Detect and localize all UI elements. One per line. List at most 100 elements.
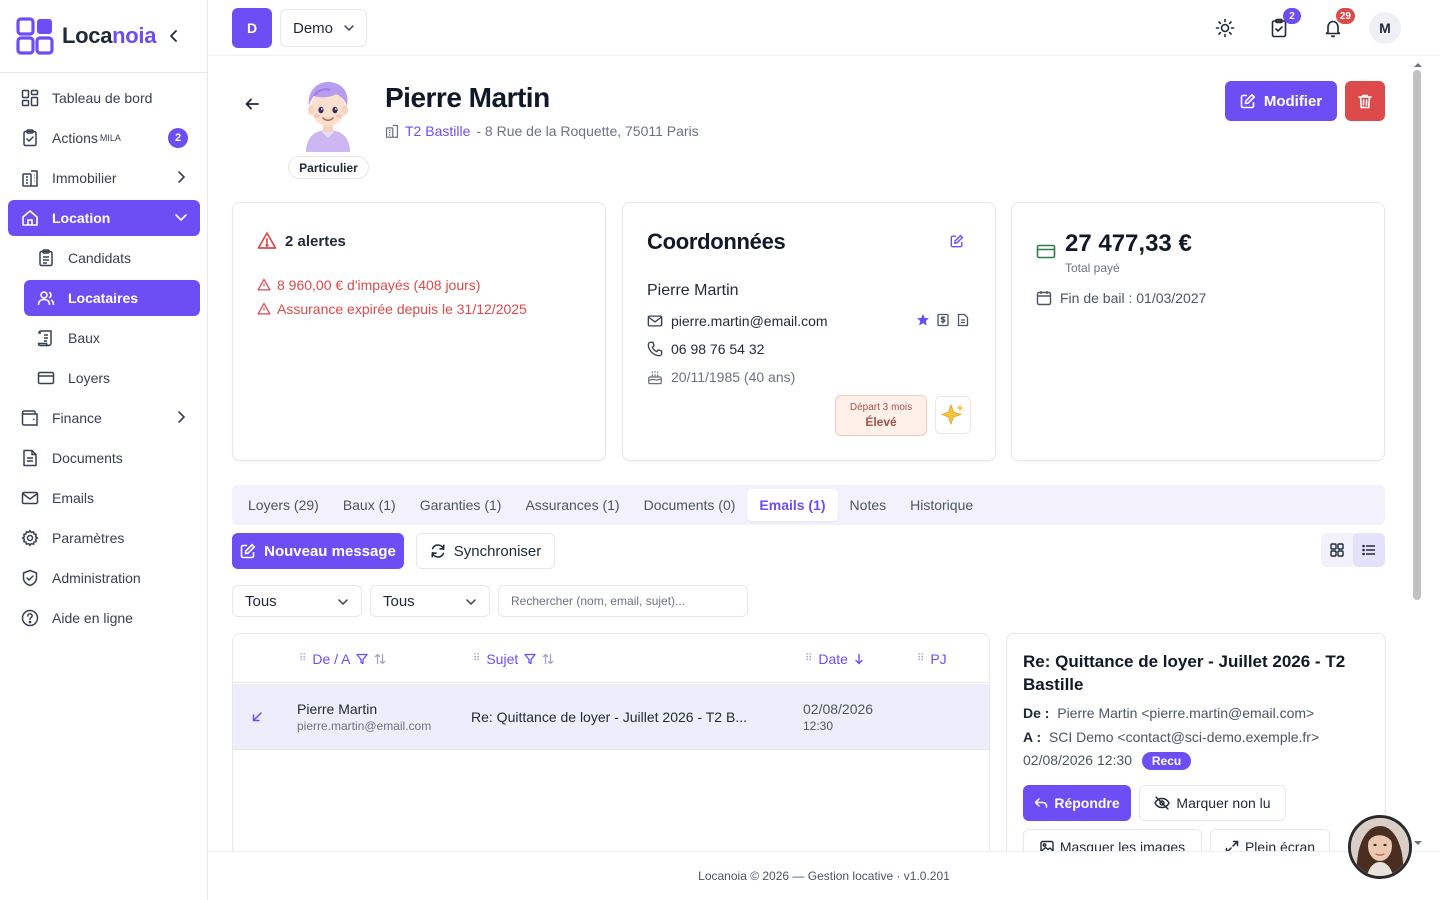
tab-baux[interactable]: Baux (1): [331, 489, 408, 521]
assistant-avatar-button[interactable]: [1348, 815, 1412, 879]
document-icon: [20, 448, 40, 468]
sidebar-item-locataires[interactable]: Locataires: [24, 280, 200, 316]
fullscreen-button[interactable]: Plein écran: [1210, 829, 1330, 851]
sort-icon[interactable]: [374, 653, 386, 665]
contact-phone[interactable]: 06 98 76 54 32: [671, 341, 764, 357]
column-header-date[interactable]: ⠿ Date: [805, 634, 864, 683]
sidebar-item-administration[interactable]: Administration: [8, 560, 200, 596]
search-input[interactable]: [498, 585, 748, 617]
property-link[interactable]: T2 Bastille: [405, 123, 470, 139]
chevron-down-icon: [466, 599, 476, 606]
sidebar-item-label: Candidats: [68, 250, 132, 266]
drag-handle-icon[interactable]: ⠿: [917, 653, 924, 664]
sort-icon[interactable]: [542, 653, 554, 665]
column-header-label: Sujet: [486, 650, 519, 667]
notifications-button[interactable]: 29: [1319, 8, 1355, 42]
hide-images-button[interactable]: Masquer les images: [1023, 829, 1202, 851]
grid-view-button[interactable]: [1321, 533, 1353, 567]
sidebar-item-finance[interactable]: Finance: [8, 400, 200, 436]
column-header-subject[interactable]: ⠿ Sujet: [473, 634, 554, 683]
expand-icon: [1225, 840, 1239, 851]
row-date: 02/08/2026: [803, 701, 874, 717]
theme-toggle-button[interactable]: [1211, 14, 1239, 42]
status-badge: Recu: [1141, 752, 1192, 770]
tab-notes[interactable]: Notes: [838, 489, 899, 521]
column-header-from[interactable]: ⠿ De / A: [299, 634, 386, 683]
sync-button[interactable]: Synchroniser: [416, 533, 555, 569]
edit-contact-button[interactable]: [950, 234, 964, 248]
tab-garanties[interactable]: Garanties (1): [408, 489, 514, 521]
sidebar-item-documents[interactable]: Documents: [8, 440, 200, 476]
drag-handle-icon[interactable]: ⠿: [805, 653, 812, 664]
org-selector[interactable]: Demo: [280, 9, 367, 47]
sidebar-item-parametres[interactable]: Paramètres: [8, 520, 200, 556]
incoming-icon: [251, 684, 281, 750]
chevron-right-icon: [174, 410, 188, 424]
fullscreen-label: Plein écran: [1244, 839, 1316, 851]
tab-loyers[interactable]: Loyers (29): [236, 489, 331, 521]
delete-tenant-button[interactable]: [1345, 81, 1385, 121]
sparkles-icon: [941, 403, 964, 426]
scroll-down-icon[interactable]: [1411, 838, 1425, 848]
app-name-part2: noia: [112, 23, 157, 48]
sun-icon: [1215, 18, 1235, 38]
sidebar-item-aide[interactable]: Aide en ligne: [8, 600, 200, 636]
list-view-button[interactable]: [1353, 533, 1385, 567]
sidebar-item-baux[interactable]: Baux: [24, 320, 200, 356]
alerts-card: 2 alertes 8 960,00 € d'impayés (408 jour…: [232, 202, 606, 461]
star-icon[interactable]: [916, 313, 930, 327]
direction-filter[interactable]: Tous: [232, 585, 362, 617]
sidebar-item-label: Baux: [68, 330, 100, 346]
sidebar-item-immobilier[interactable]: Immobilier: [8, 160, 200, 196]
tasks-button[interactable]: 2: [1265, 8, 1301, 42]
status-filter[interactable]: Tous: [370, 585, 490, 617]
alert-text: Assurance expirée depuis le 31/12/2025: [277, 301, 527, 317]
document-icon[interactable]: [956, 313, 970, 327]
sidebar-nav: Tableau de bord Actions MILA 2 Immobilier…: [8, 80, 200, 640]
sidebar-item-emails[interactable]: Emails: [8, 480, 200, 516]
receipt-icon[interactable]: [936, 313, 950, 327]
preview-datetime: 02/08/2026 12:30: [1023, 752, 1132, 768]
ai-analysis-button[interactable]: [935, 396, 971, 434]
drag-handle-icon[interactable]: ⠿: [299, 653, 306, 664]
back-button[interactable]: [244, 96, 260, 112]
column-header-label: PJ: [930, 650, 947, 667]
drag-handle-icon[interactable]: ⠿: [473, 653, 480, 664]
warning-icon: [257, 232, 277, 249]
new-message-button[interactable]: Nouveau message: [232, 533, 404, 569]
tab-documents[interactable]: Documents (0): [632, 489, 748, 521]
sidebar-item-label: Paramètres: [52, 530, 125, 546]
table-row[interactable]: Pierre Martin pierre.martin@email.com Re…: [233, 684, 989, 750]
scroll-up-icon[interactable]: [1411, 60, 1425, 70]
edit-tenant-button[interactable]: Modifier: [1225, 81, 1337, 121]
sidebar-item-candidats[interactable]: Candidats: [24, 240, 200, 276]
sidebar-item-actions[interactable]: Actions MILA 2: [8, 120, 200, 156]
mark-unread-button[interactable]: Marquer non lu: [1139, 785, 1286, 821]
shield-check-icon: [20, 568, 40, 588]
main-content: Particulier Pierre Martin T2 Bastille - …: [208, 56, 1414, 851]
scroll-thumb[interactable]: [1413, 70, 1421, 600]
sidebar-item-label: Immobilier: [52, 170, 117, 186]
tab-historique[interactable]: Historique: [898, 489, 985, 521]
contact-email[interactable]: pierre.martin@email.com: [671, 313, 828, 329]
sort-desc-icon[interactable]: [854, 653, 864, 665]
tab-emails[interactable]: Emails (1): [747, 489, 838, 521]
filter-icon[interactable]: [524, 653, 536, 665]
sidebar-item-label: Tableau de bord: [52, 90, 153, 106]
collapse-sidebar-button[interactable]: [164, 26, 184, 46]
row-name: Pierre Martin: [297, 701, 378, 717]
contact-email-row: pierre.martin@email.com: [647, 313, 828, 329]
page-scrollbar[interactable]: [1410, 56, 1426, 851]
sidebar-item-loyers[interactable]: Loyers: [24, 360, 200, 396]
reply-button[interactable]: Répondre: [1023, 785, 1131, 821]
app-logo[interactable]: Locanoia: [16, 16, 156, 56]
org-avatar[interactable]: D: [232, 8, 272, 48]
sidebar-item-location[interactable]: Location: [8, 200, 200, 236]
home-icon: [20, 208, 40, 228]
contact-birth: 20/11/1985 (40 ans): [671, 369, 796, 385]
tab-assurances[interactable]: Assurances (1): [513, 489, 631, 521]
filter-icon[interactable]: [356, 653, 369, 665]
user-avatar[interactable]: M: [1369, 12, 1401, 44]
column-header-pj[interactable]: ⠿ PJ: [917, 634, 947, 683]
sidebar-item-dashboard[interactable]: Tableau de bord: [8, 80, 200, 116]
